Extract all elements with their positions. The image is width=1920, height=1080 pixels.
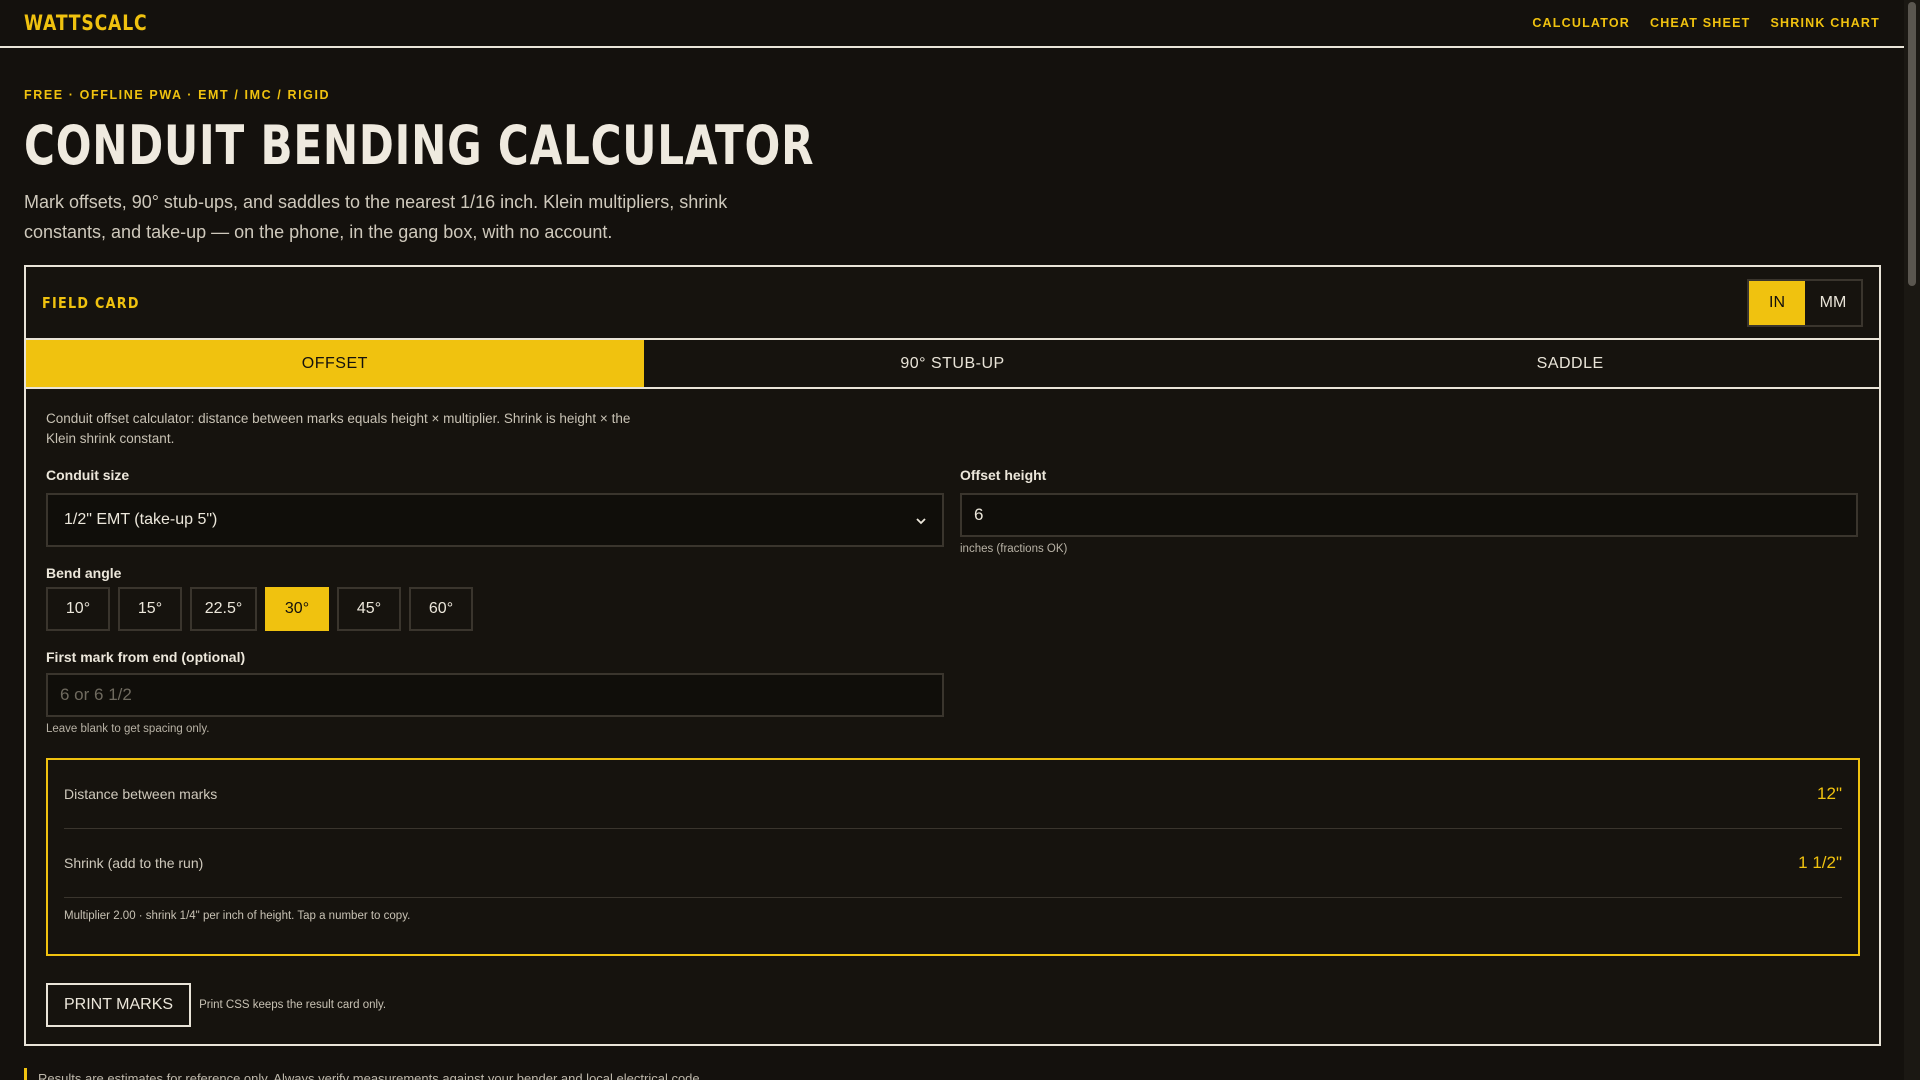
unit-in-button[interactable]: IN — [1749, 280, 1805, 325]
card-title: FIELD CARD — [42, 293, 140, 312]
page-title: CONDUIT BENDING CALCULATOR — [24, 114, 815, 177]
tab-offset[interactable]: OFFSET — [26, 340, 644, 387]
card-header: FIELD CARD IN MM — [26, 267, 1879, 340]
distance-value[interactable]: 12" — [1817, 784, 1842, 804]
first-mark-input[interactable]: 6 or 6 1/2 — [46, 673, 944, 717]
angle-option-15[interactable]: 15° — [118, 587, 182, 631]
conduit-size-value: 1/2" EMT (take-up 5") — [64, 511, 218, 528]
page-description: Mark offsets, 90° stub-ups, and saddles … — [24, 192, 728, 242]
results-note: Multiplier 2.00 · shrink 1/4" per inch o… — [64, 910, 411, 922]
offset-height-label: Offset height — [960, 467, 1047, 483]
bend-angle-label: Bend angle — [46, 565, 122, 581]
unit-toggle: IN MM — [1747, 278, 1863, 327]
logo[interactable]: WATTSCALC — [24, 11, 147, 35]
eyebrow: FREE · OFFLINE PWA · EMT / IMC / RIGID — [24, 88, 331, 102]
page-scrollbar[interactable] — [1904, 0, 1920, 1080]
chevron-down-icon — [916, 512, 926, 528]
hero: FREE · OFFLINE PWA · EMT / IMC / RIGID C… — [0, 48, 1904, 247]
distance-label: Distance between marks — [64, 786, 218, 802]
nav-cheat-sheet[interactable]: CHEAT SHEET — [1650, 16, 1750, 30]
print-row: PRINT MARKS Print CSS keeps the result c… — [46, 983, 386, 1027]
page: WATTSCALC CALCULATOR CHEAT SHEET SHRINK … — [0, 0, 1904, 1080]
angle-option-45[interactable]: 45° — [337, 587, 401, 631]
shrink-row: Shrink (add to the run) 1 1/2" — [64, 829, 1842, 898]
angle-option-60[interactable]: 60° — [409, 587, 473, 631]
conduit-size-select[interactable]: 1/2" EMT (take-up 5") — [46, 493, 944, 547]
first-mark-hint: Leave blank to get spacing only. — [46, 723, 210, 735]
shrink-label: Shrink (add to the run) — [64, 855, 204, 871]
print-marks-button[interactable]: PRINT MARKS — [46, 983, 192, 1027]
nav-calculator[interactable]: CALCULATOR — [1532, 16, 1630, 30]
mode-tabs: OFFSET 90° STUB-UP SADDLE — [26, 340, 1879, 389]
top-bar: WATTSCALC CALCULATOR CHEAT SHEET SHRINK … — [0, 0, 1904, 48]
tab-stub-up[interactable]: 90° STUB-UP — [644, 340, 1262, 387]
disclaimer: Results are estimates for reference only… — [24, 1068, 703, 1080]
help-text: Conduit offset calculator: distance betw… — [46, 411, 631, 446]
angle-option-10[interactable]: 10° — [46, 587, 110, 631]
form-grid: Conduit size 1/2" EMT (take-up 5") Bend … — [46, 467, 1859, 735]
nav-shrink-chart[interactable]: SHRINK CHART — [1770, 16, 1880, 30]
field-card: FIELD CARD IN MM OFFSET 90° STUB-UP SADD… — [24, 265, 1881, 1046]
conduit-size-label: Conduit size — [46, 467, 130, 483]
bend-angle-options: 10° 15° 22.5° 30° 45° 60° — [46, 587, 944, 631]
angle-option-30[interactable]: 30° — [265, 587, 329, 631]
unit-mm-button[interactable]: MM — [1805, 281, 1861, 325]
offset-height-input[interactable]: 6 — [960, 493, 1858, 537]
main-nav: CALCULATOR CHEAT SHEET SHRINK CHART — [1532, 16, 1880, 30]
scrollbar-thumb[interactable] — [1908, 2, 1916, 286]
right-column: Offset height 6 inches (fractions OK) — [960, 467, 1858, 735]
offset-height-hint: inches (fractions OK) — [960, 543, 1068, 555]
results-panel: Distance between marks 12" Shrink (add t… — [46, 758, 1860, 956]
left-column: Conduit size 1/2" EMT (take-up 5") Bend … — [46, 467, 944, 735]
card-body: Conduit offset calculator: distance betw… — [26, 389, 1879, 1044]
print-note: Print CSS keeps the result card only. — [199, 999, 387, 1011]
first-mark-label: First mark from end (optional) — [46, 649, 246, 665]
tab-saddle[interactable]: SADDLE — [1261, 340, 1879, 387]
shrink-value[interactable]: 1 1/2" — [1798, 853, 1842, 873]
angle-option-22-5[interactable]: 22.5° — [190, 587, 257, 631]
distance-row: Distance between marks 12" — [64, 760, 1842, 829]
